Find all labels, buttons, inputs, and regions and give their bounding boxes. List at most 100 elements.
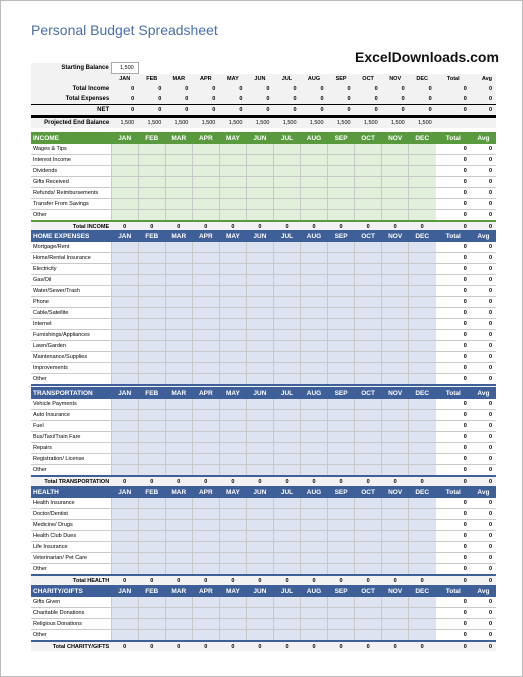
input-cell[interactable] [110,274,139,286]
input-cell[interactable] [408,165,436,177]
input-cell[interactable] [354,340,382,352]
input-cell[interactable] [272,165,301,177]
input-cell[interactable] [164,285,193,297]
input-cell[interactable] [381,508,409,520]
input-cell[interactable] [354,307,382,319]
input-cell[interactable] [110,373,139,386]
input-cell[interactable] [381,318,409,330]
input-cell[interactable] [218,187,247,199]
input-cell[interactable] [245,552,274,564]
input-cell[interactable] [110,263,139,275]
input-cell[interactable] [299,530,328,542]
input-cell[interactable] [299,144,328,155]
input-cell[interactable] [218,252,247,264]
input-cell[interactable] [218,498,247,509]
input-cell[interactable] [191,409,220,421]
input-cell[interactable] [218,373,247,386]
input-cell[interactable] [164,431,193,443]
input-cell[interactable] [245,318,274,330]
input-cell[interactable] [354,420,382,432]
input-cell[interactable] [164,498,193,509]
input-cell[interactable] [110,285,139,297]
input-cell[interactable] [137,362,166,374]
input-cell[interactable] [164,541,193,553]
input-cell[interactable] [191,597,220,608]
input-cell[interactable] [191,154,220,166]
input-cell[interactable] [272,154,301,166]
input-cell[interactable] [381,541,409,553]
input-cell[interactable] [137,209,166,222]
input-cell[interactable] [110,552,139,564]
input-cell[interactable] [191,563,220,576]
input-cell[interactable] [218,274,247,286]
input-cell[interactable] [272,563,301,576]
input-cell[interactable] [408,530,436,542]
input-cell[interactable] [408,431,436,443]
input-cell[interactable] [327,362,355,374]
input-cell[interactable] [110,541,139,553]
input-cell[interactable] [327,399,355,410]
input-cell[interactable] [272,198,301,210]
input-cell[interactable] [354,607,382,619]
input-cell[interactable] [218,307,247,319]
input-cell[interactable] [354,263,382,275]
input-cell[interactable] [164,607,193,619]
input-cell[interactable] [218,285,247,297]
input-cell[interactable] [245,409,274,421]
input-cell[interactable] [272,351,301,363]
input-cell[interactable] [191,442,220,454]
input-cell[interactable] [381,629,409,642]
input-cell[interactable] [408,176,436,188]
input-cell[interactable] [381,453,409,465]
input-cell[interactable] [408,508,436,520]
input-cell[interactable] [110,498,139,509]
input-cell[interactable] [381,519,409,531]
input-cell[interactable] [164,252,193,264]
input-cell[interactable] [218,198,247,210]
input-cell[interactable] [272,329,301,341]
input-cell[interactable] [245,498,274,509]
input-cell[interactable] [299,464,328,477]
input-cell[interactable] [354,209,382,222]
input-cell[interactable] [381,618,409,630]
input-cell[interactable] [110,409,139,421]
input-cell[interactable] [272,263,301,275]
input-cell[interactable] [354,362,382,374]
input-cell[interactable] [110,530,139,542]
input-cell[interactable] [354,530,382,542]
input-cell[interactable] [272,209,301,222]
input-cell[interactable] [164,552,193,564]
input-cell[interactable] [408,362,436,374]
input-cell[interactable] [245,165,274,177]
input-cell[interactable] [137,274,166,286]
input-cell[interactable] [137,552,166,564]
input-cell[interactable] [327,597,355,608]
input-cell[interactable] [191,252,220,264]
input-cell[interactable] [245,453,274,465]
input-cell[interactable] [218,530,247,542]
input-cell[interactable] [245,209,274,222]
input-cell[interactable] [218,351,247,363]
input-cell[interactable] [327,285,355,297]
input-cell[interactable] [408,144,436,155]
input-cell[interactable] [327,165,355,177]
input-cell[interactable] [245,508,274,520]
input-cell[interactable] [110,318,139,330]
input-cell[interactable] [191,420,220,432]
input-cell[interactable] [164,519,193,531]
input-cell[interactable] [137,409,166,421]
input-cell[interactable] [408,498,436,509]
input-cell[interactable] [354,242,382,253]
input-cell[interactable] [354,165,382,177]
input-cell[interactable] [191,285,220,297]
input-cell[interactable] [408,597,436,608]
input-cell[interactable] [137,629,166,642]
input-cell[interactable] [299,552,328,564]
input-cell[interactable] [299,399,328,410]
input-cell[interactable] [408,252,436,264]
input-cell[interactable] [245,597,274,608]
input-cell[interactable] [218,552,247,564]
input-cell[interactable] [381,176,409,188]
input-cell[interactable] [299,285,328,297]
input-cell[interactable] [218,263,247,275]
